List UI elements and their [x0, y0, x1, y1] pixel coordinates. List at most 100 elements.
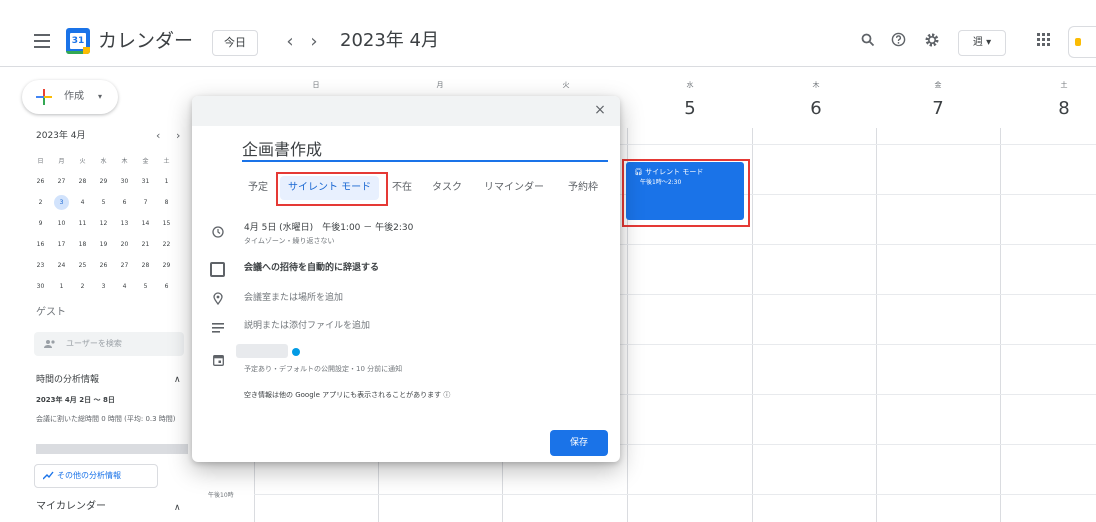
- mini-day[interactable]: 26: [30, 171, 51, 192]
- mini-calendar: 日 月 火 水 木 金 土 26 27 28 29 30 31 1 2 3 4 …: [30, 150, 190, 297]
- mini-day[interactable]: 25: [72, 255, 93, 276]
- mini-day[interactable]: 2: [72, 276, 93, 297]
- calendar-selector[interactable]: [236, 344, 288, 358]
- mini-day[interactable]: 23: [30, 255, 51, 276]
- mini-day[interactable]: 16: [30, 234, 51, 255]
- save-button[interactable]: 保存: [550, 430, 608, 456]
- today-button[interactable]: 今日: [212, 30, 258, 56]
- weekday-header: 火: [562, 81, 570, 89]
- mini-day[interactable]: 18: [72, 234, 93, 255]
- search-icon[interactable]: [858, 32, 878, 52]
- mini-day[interactable]: 29: [156, 255, 177, 276]
- event-highlight-box: [622, 159, 750, 227]
- previous-week-button[interactable]: ‹: [280, 30, 300, 54]
- day-number[interactable]: 8: [1049, 96, 1079, 122]
- guest-search-input[interactable]: ユーザーを検索: [34, 332, 184, 356]
- close-icon[interactable]: ×: [590, 100, 610, 120]
- mini-day[interactable]: 1: [156, 171, 177, 192]
- description-icon: [210, 322, 226, 336]
- mini-day[interactable]: 4: [72, 192, 93, 213]
- decline-invites-label: 会議への招待を自動的に辞退する: [244, 263, 380, 273]
- clock-icon: [210, 226, 226, 241]
- main-menu-icon[interactable]: [34, 34, 50, 48]
- day-number[interactable]: 6: [801, 96, 831, 122]
- calendar-logo: 31: [66, 28, 90, 54]
- insights-bar: [36, 444, 188, 454]
- grid-column-line: [752, 128, 753, 522]
- view-select[interactable]: 週 ▾: [958, 30, 1006, 56]
- mini-day[interactable]: 29: [93, 171, 114, 192]
- create-button[interactable]: 作成 ▾: [22, 80, 118, 114]
- mini-day[interactable]: 4: [114, 276, 135, 297]
- mini-day[interactable]: 5: [93, 192, 114, 213]
- mini-day[interactable]: 5: [135, 276, 156, 297]
- mini-day[interactable]: 14: [135, 213, 156, 234]
- mini-day[interactable]: 22: [156, 234, 177, 255]
- people-icon: [44, 332, 56, 356]
- mini-day-selected[interactable]: 3: [51, 192, 72, 213]
- help-icon[interactable]: [888, 32, 908, 52]
- tab-reminder[interactable]: リマインダー: [484, 176, 544, 200]
- mini-day[interactable]: 28: [72, 171, 93, 192]
- current-month-title: 2023年 4月: [340, 30, 439, 51]
- location-input[interactable]: 会議室または場所を追加: [244, 292, 343, 304]
- mini-day[interactable]: 24: [51, 255, 72, 276]
- mini-day[interactable]: 2: [30, 192, 51, 213]
- mini-day[interactable]: 26: [93, 255, 114, 276]
- mini-day[interactable]: 6: [156, 276, 177, 297]
- tab-event[interactable]: 予定: [248, 176, 268, 200]
- event-title-input[interactable]: [242, 136, 608, 162]
- mini-day[interactable]: 8: [156, 192, 177, 213]
- event-datetime[interactable]: 4月 5日 (水曜日) 午後1:00 － 午後2:30: [244, 222, 413, 234]
- weekday-header: 金: [934, 81, 942, 89]
- mini-weekday: 日: [37, 158, 44, 165]
- mini-day[interactable]: 9: [30, 213, 51, 234]
- mini-day[interactable]: 20: [114, 234, 135, 255]
- decline-invites-checkbox[interactable]: [210, 262, 225, 277]
- tab-highlight-box: [276, 172, 388, 206]
- mini-day[interactable]: 27: [114, 255, 135, 276]
- mini-day[interactable]: 13: [114, 213, 135, 234]
- day-number[interactable]: 5: [675, 96, 705, 122]
- mini-day[interactable]: 15: [156, 213, 177, 234]
- mini-day[interactable]: 28: [135, 255, 156, 276]
- mini-day[interactable]: 7: [135, 192, 156, 213]
- dialog-drag-handle[interactable]: [192, 96, 620, 126]
- mini-day[interactable]: 30: [30, 276, 51, 297]
- mini-day[interactable]: 12: [93, 213, 114, 234]
- tab-task[interactable]: タスク: [432, 176, 462, 200]
- description-input[interactable]: 説明または添付ファイルを追加: [244, 320, 370, 332]
- timezone-repeat[interactable]: タイムゾーン・繰り返さない: [244, 236, 335, 246]
- insights-collapse-icon[interactable]: ∧: [174, 374, 181, 386]
- mini-day[interactable]: 17: [51, 234, 72, 255]
- account-avatar[interactable]: [1068, 26, 1096, 58]
- settings-gear-icon[interactable]: [922, 32, 942, 52]
- mini-day[interactable]: 31: [135, 171, 156, 192]
- mini-day[interactable]: 11: [72, 213, 93, 234]
- mini-day[interactable]: 6: [114, 192, 135, 213]
- guest-label: ゲスト: [36, 307, 66, 318]
- mini-day[interactable]: 30: [114, 171, 135, 192]
- mini-next-button[interactable]: ›: [176, 129, 180, 143]
- tab-out-of-office[interactable]: 不在: [392, 176, 412, 200]
- tab-appointment-slots[interactable]: 予約枠: [568, 176, 598, 200]
- weekday-header: 日: [312, 81, 320, 89]
- mini-day[interactable]: 1: [51, 276, 72, 297]
- apps-grid-icon[interactable]: [1037, 33, 1050, 46]
- calendar-settings-summary[interactable]: 予定あり・デフォルトの公開設定・10 分前に通知: [244, 364, 402, 374]
- mini-day[interactable]: 27: [51, 171, 72, 192]
- next-week-button[interactable]: ›: [304, 30, 324, 54]
- mini-day[interactable]: 10: [51, 213, 72, 234]
- my-calendars-collapse-icon[interactable]: ∧: [174, 502, 181, 514]
- grid-row-line: [254, 494, 1096, 495]
- weekday-header: 月: [436, 81, 444, 89]
- mini-day[interactable]: 19: [93, 234, 114, 255]
- mini-day[interactable]: 21: [135, 234, 156, 255]
- mini-prev-button[interactable]: ‹: [156, 129, 160, 143]
- app-title: カレンダー: [98, 30, 194, 52]
- weekday-header: 水: [686, 81, 694, 89]
- weekday-header: 土: [1060, 81, 1068, 89]
- more-insights-button[interactable]: その他の分析情報: [34, 464, 158, 488]
- day-number[interactable]: 7: [923, 96, 953, 122]
- mini-day[interactable]: 3: [93, 276, 114, 297]
